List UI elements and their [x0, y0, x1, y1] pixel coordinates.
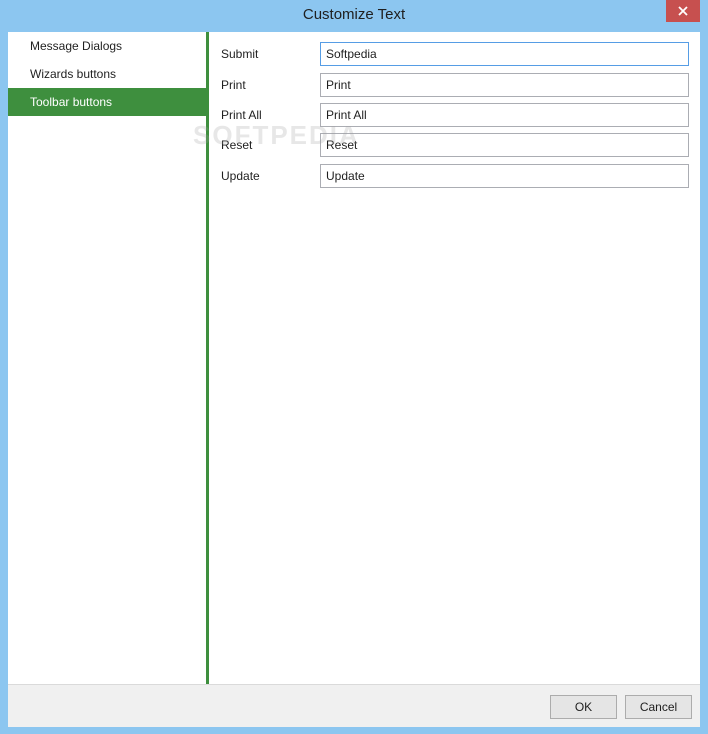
submit-field[interactable]: [320, 42, 689, 66]
dialog-window: Customize Text Message Dialogs Wizards b…: [0, 0, 708, 734]
sidebar-item-label: Wizards buttons: [30, 67, 117, 81]
cancel-button[interactable]: Cancel: [625, 695, 692, 719]
print-label: Print: [221, 78, 246, 92]
window-title: Customize Text: [302, 6, 406, 23]
print-all-field[interactable]: [320, 103, 689, 127]
print-all-label: Print All: [221, 108, 262, 122]
ok-button[interactable]: OK: [550, 695, 617, 719]
category-list: Message Dialogs Wizards buttons Toolbar …: [8, 32, 206, 684]
dialog-footer: OK Cancel: [8, 684, 700, 727]
close-button[interactable]: [666, 0, 700, 22]
dialog-client: Message Dialogs Wizards buttons Toolbar …: [8, 32, 700, 727]
sidebar-item-message-dialogs[interactable]: Message Dialogs: [8, 32, 206, 60]
update-label: Update: [221, 169, 260, 183]
sidebar-item-label: Toolbar buttons: [30, 95, 113, 109]
form-panel: Submit Print Print All Reset Update: [209, 32, 700, 684]
reset-label: Reset: [221, 138, 253, 152]
close-icon: [678, 6, 688, 16]
sidebar-item-wizards-buttons[interactable]: Wizards buttons: [8, 60, 206, 88]
title-bar[interactable]: Customize Text: [0, 0, 708, 32]
update-field[interactable]: [320, 164, 689, 188]
reset-field[interactable]: [320, 133, 689, 157]
print-field[interactable]: [320, 73, 689, 97]
submit-label: Submit: [221, 47, 259, 61]
sidebar-item-toolbar-buttons[interactable]: Toolbar buttons: [8, 88, 206, 116]
sidebar-item-label: Message Dialogs: [30, 39, 123, 53]
